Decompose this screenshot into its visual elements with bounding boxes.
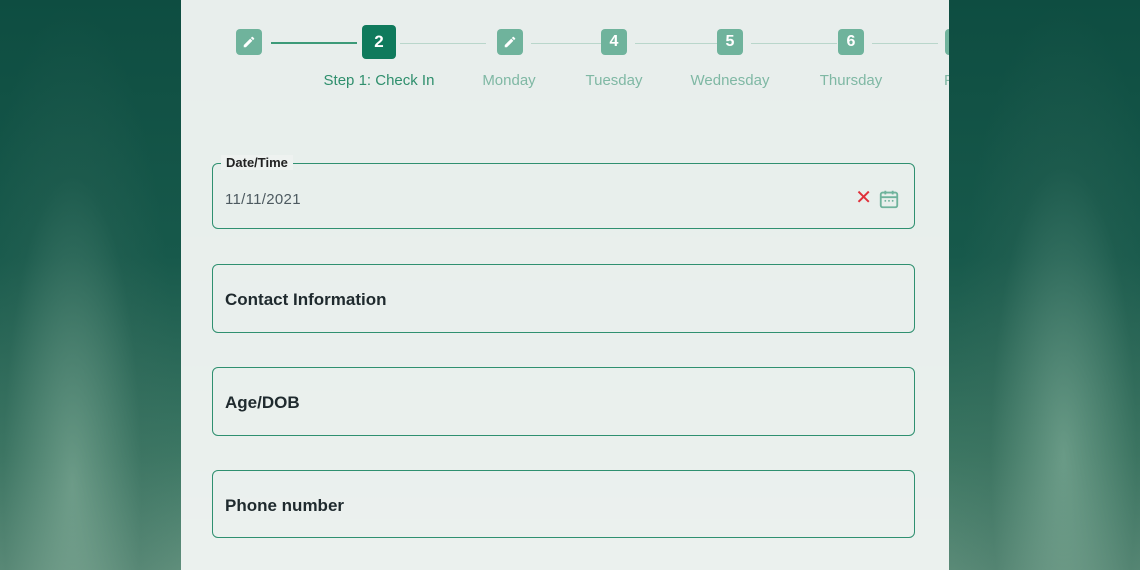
pencil-icon [243,36,255,48]
phone-number-field[interactable]: Phone number [212,470,915,538]
step-connector [872,43,938,44]
calendar-icon[interactable] [878,188,900,215]
step-6-label[interactable]: Thursday [820,72,883,89]
phone-number-label: Phone number [225,496,345,515]
step-connector [635,43,717,44]
step-5-label[interactable]: Wednesday [691,72,770,89]
datetime-field[interactable]: Date/Time 11/11/2021 ✕ [212,155,915,229]
step-5-badge[interactable]: 5 [717,29,743,55]
contact-information-field[interactable]: Contact Information [212,264,915,333]
step-2-label[interactable]: Step 1: Check In [324,72,435,89]
step-connector [751,43,837,44]
contact-information-label: Contact Information [225,290,387,309]
step-connector [271,42,357,44]
stepper: 2 Step 1: Check In Monday 4 Tuesday 5 We… [181,0,949,110]
step-3-label[interactable]: Monday [482,72,535,89]
step-1-badge[interactable] [236,29,262,55]
step-connector [531,43,601,44]
background-left [0,0,181,570]
background-right [949,0,1140,570]
step-2-badge[interactable]: 2 [362,25,396,59]
step-4-badge[interactable]: 4 [601,29,627,55]
datetime-legend: Date/Time [221,155,293,170]
age-dob-label: Age/DOB [225,393,300,412]
pencil-icon [504,36,516,48]
datetime-value[interactable]: 11/11/2021 [225,191,301,208]
step-4-label[interactable]: Tuesday [586,72,643,89]
close-icon[interactable]: ✕ [855,188,872,208]
age-dob-field[interactable]: Age/DOB [212,367,915,436]
step-7-label[interactable]: F [944,72,949,89]
step-6-badge[interactable]: 6 [838,29,864,55]
step-7-badge[interactable] [945,29,949,55]
step-3-badge[interactable] [497,29,523,55]
step-connector [400,43,486,44]
form-panel: 2 Step 1: Check In Monday 4 Tuesday 5 We… [181,0,949,570]
